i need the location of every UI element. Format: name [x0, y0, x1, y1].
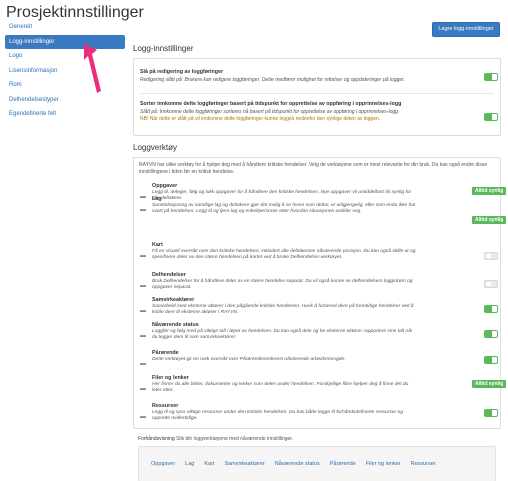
sidebar-item-logo[interactable]: Logo: [5, 49, 125, 64]
tool-description: Loggfør og følg med på viktige tall i lø…: [152, 329, 413, 340]
tool-description: Her finner du alle bilder, dokumenter og…: [152, 382, 409, 393]
preview-tab-oppgaver[interactable]: Oppgaver: [151, 461, 175, 467]
tool-name: Samvirkeaktører: [152, 297, 195, 303]
tool-description: Dette verktøyet gir en rask oversikt ove…: [152, 357, 346, 362]
tool-name: Kart: [152, 242, 163, 248]
sidebar-item-egendefinerte-felt[interactable]: Egendefinerte felt: [5, 107, 125, 122]
tool-name: Delhendelser: [152, 272, 186, 278]
drag-handle-icon[interactable]: ▬: [140, 308, 146, 314]
preview-tab-ressurser[interactable]: Ressurser: [411, 461, 436, 467]
log-settings-heading: Logg-innstillinger: [133, 44, 194, 53]
samvirkeaktorer-toggle[interactable]: [484, 305, 498, 313]
log-tools-panel: RAYVN har ulike verktøy for å hjelpe deg…: [133, 157, 507, 429]
tool-description: Legg til, deleger, følg og lukk oppgaver…: [152, 190, 412, 201]
tool-name: Nåværende status: [152, 322, 199, 328]
ressurser-toggle[interactable]: [484, 409, 498, 417]
drag-handle-icon[interactable]: ▬: [140, 207, 146, 213]
sidebar-item-logg-innstillinger[interactable]: Logg-innstillinger: [5, 34, 125, 49]
enable-editing-toggle[interactable]: [484, 73, 498, 81]
tool-description: Bruk Delhendelser for å håndtere deler a…: [152, 279, 413, 290]
always-visible-badge: Alltid synlig: [472, 216, 507, 224]
setting-sort-shared: Sorter innkomne delte loggføringer baser…: [140, 101, 494, 122]
preview-label-strong: Forhåndsvisning: [138, 436, 175, 442]
preview-tab-navaerende-status[interactable]: Nåværende status: [275, 461, 320, 467]
preview-tab-kart[interactable]: Kart: [204, 461, 214, 467]
log-settings-panel: Slå på redigering av loggføringer Redige…: [133, 58, 501, 136]
preview-tab-lag[interactable]: Lag: [185, 461, 194, 467]
settings-sidebar: Generelt Logg-innstillinger Logo Lisensi…: [5, 20, 125, 122]
tool-description: Sanntidssporing av samtlige lag og delta…: [152, 203, 416, 214]
preview-tab-filer-og-lenker[interactable]: Filer og lenker: [366, 461, 401, 467]
drag-handle-icon[interactable]: ▬: [140, 386, 146, 392]
preview-label: Forhåndsvisning Slik blir loggverktøyene…: [138, 436, 293, 442]
preview-label-rest: Slik blir loggverktøyene med nåværende i…: [176, 436, 294, 442]
divider: [140, 93, 494, 94]
setting-description: Redigering slått på: Brukere kan rediger…: [140, 77, 406, 83]
tool-description: Samarbeid med eksterne aktører i den påg…: [152, 304, 414, 315]
tool-description: Få en visuell oversikt over den kritiske…: [152, 249, 416, 260]
setting-enable-editing: Slå på redigering av loggføringer Redige…: [140, 69, 494, 83]
drag-handle-icon[interactable]: ▬: [140, 253, 146, 259]
drag-handle-icon[interactable]: ▬: [140, 333, 146, 339]
delhendelser-toggle[interactable]: [484, 280, 498, 288]
parorende-toggle[interactable]: [484, 356, 498, 364]
always-visible-badge: Alltid synlig: [472, 187, 507, 195]
drag-handle-icon[interactable]: ▬: [140, 361, 146, 367]
tool-name: Filer og lenker: [152, 375, 189, 381]
setting-note: NB! Når dette er slått på vil innkomne d…: [140, 116, 381, 122]
setting-title: Sorter innkomne delte loggføringer baser…: [140, 101, 402, 107]
drag-handle-icon[interactable]: ▬: [140, 194, 146, 200]
sidebar-item-generelt[interactable]: Generelt: [5, 20, 125, 35]
navaerende-status-toggle[interactable]: [484, 330, 498, 338]
preview-panel: Oppgaver Lag Kart Samvirkeaktører Nåvære…: [138, 446, 496, 481]
drag-handle-icon[interactable]: ▬: [140, 283, 146, 289]
preview-tabs: Oppgaver Lag Kart Samvirkeaktører Nåvære…: [151, 461, 446, 467]
drag-handle-icon[interactable]: ▬: [140, 414, 146, 420]
tool-name: Pårørende: [152, 350, 179, 356]
kart-toggle[interactable]: [484, 252, 498, 260]
tool-name: Lag: [152, 196, 162, 202]
sort-shared-toggle[interactable]: [484, 113, 498, 121]
save-log-settings-button[interactable]: Lagre logg-innstillinger: [432, 22, 500, 37]
preview-tab-parorende[interactable]: Pårørende: [330, 461, 356, 467]
preview-tab-samvirkeaktorer[interactable]: Samvirkeaktører: [224, 461, 264, 467]
log-tools-intro: RAYVN har ulike verktøy for å hjelpe deg…: [139, 162, 488, 175]
always-visible-badge: Alltid synlig: [472, 380, 507, 388]
log-tools-heading: Loggverktøy: [133, 143, 178, 152]
tool-name: Oppgaver: [152, 183, 178, 189]
tool-description: Legg til og spor viktige ressurser under…: [152, 410, 403, 421]
setting-description: Slått på: Innkomne delte loggføringer so…: [140, 109, 400, 115]
sidebar-item-lisensinformasjon[interactable]: Lisensinformasjon: [5, 64, 125, 79]
sidebar-item-delhendelsestyper[interactable]: Delhendelsestyper: [5, 93, 125, 108]
tool-name: Ressurser: [152, 403, 179, 409]
setting-title: Slå på redigering av loggføringer: [140, 69, 223, 75]
sidebar-item-rom[interactable]: Rom: [5, 78, 125, 93]
